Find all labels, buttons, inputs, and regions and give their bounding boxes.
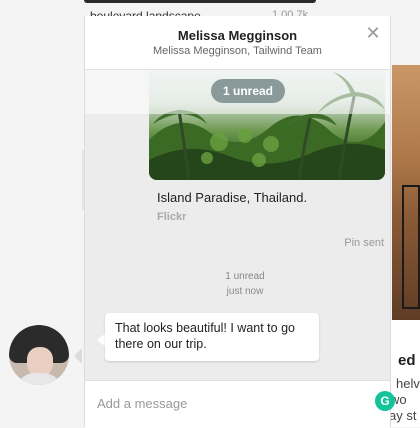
avatar-body (15, 373, 63, 385)
chevron-left-icon (74, 348, 82, 364)
pin-sent-status: Pin sent (344, 237, 384, 249)
message-bubble: That looks beautiful! I want to go there… (105, 313, 319, 361)
background-card-text: helv (396, 376, 420, 391)
chat-panel: Melissa Megginson Melissa Megginson, Tai… (84, 16, 395, 428)
chat-recipient-name: Melissa Megginson (177, 28, 298, 43)
message-input[interactable] (95, 392, 369, 414)
background-pin-edge (84, 0, 316, 3)
chat-recipient-subtitle: Melissa Megginson, Tailwind Team (153, 45, 322, 57)
grammarly-icon[interactable]: G (375, 391, 395, 411)
avatar[interactable] (9, 325, 69, 385)
message-timestamp: just now (226, 286, 264, 297)
close-icon[interactable]: ✕ (364, 24, 382, 42)
pin-source[interactable]: Flickr (157, 211, 186, 223)
background-card-title: ed (398, 352, 416, 369)
message-unread-indicator: 1 unread (225, 271, 265, 282)
pin-title[interactable]: Island Paradise, Thailand. (157, 190, 307, 205)
chat-header: Melissa Megginson Melissa Megginson, Tai… (85, 16, 390, 70)
message-composer: G (85, 380, 395, 428)
unread-badge[interactable]: 1 unread (211, 79, 286, 103)
